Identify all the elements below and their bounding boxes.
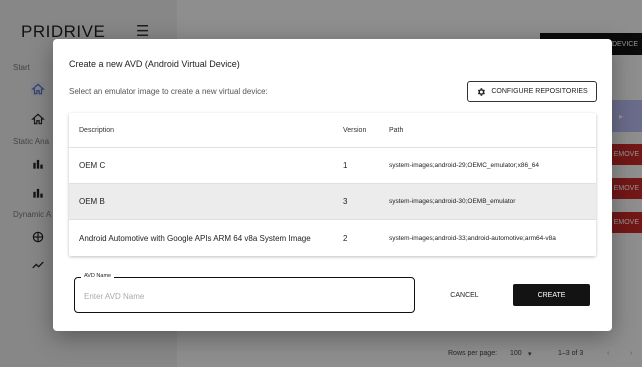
cell-version: 3 [343, 197, 348, 206]
cell-description: OEM C [79, 161, 106, 170]
table-row-selected[interactable]: OEM B 3 system-images;android-30;OEMB_em… [69, 184, 596, 220]
configure-repositories-button[interactable]: CONFIGURE REPOSITORIES [467, 81, 597, 102]
column-header-description[interactable]: Description [79, 113, 114, 147]
table-header-row: Description Version Path [69, 113, 596, 148]
column-header-path[interactable]: Path [389, 113, 403, 147]
avd-name-input[interactable] [84, 289, 404, 303]
gear-icon [478, 87, 486, 96]
table-row[interactable]: OEM C 1 system-images;android-29;OEMC_em… [69, 148, 596, 184]
cell-path: system-images;android-33;android-automot… [389, 234, 556, 242]
cell-path: system-images;android-29;OEMC_emulator;x… [389, 162, 539, 169]
dialog-subtitle: Select an emulator image to create a new… [69, 87, 268, 96]
create-avd-dialog: Create a new AVD (Android Virtual Device… [53, 39, 612, 331]
cancel-button[interactable]: CANCEL [442, 285, 487, 305]
cell-description: Android Automotive with Google APIs ARM … [79, 233, 311, 243]
cell-path: system-images;android-30;OEMB_emulator [389, 198, 516, 205]
cell-version: 1 [343, 161, 348, 170]
emulator-image-table: Description Version Path OEM C 1 system-… [69, 113, 596, 256]
avd-name-field[interactable]: AVD Name [74, 273, 415, 313]
dialog-title: Create a new AVD (Android Virtual Device… [69, 59, 240, 69]
configure-repositories-label: CONFIGURE REPOSITORIES [491, 88, 588, 95]
create-button[interactable]: CREATE [513, 284, 590, 306]
cell-description: OEM B [79, 197, 105, 206]
cell-version: 2 [343, 233, 348, 243]
table-row[interactable]: Android Automotive with Google APIs ARM … [69, 220, 596, 256]
avd-name-label: AVD Name [81, 273, 115, 279]
column-header-version[interactable]: Version [343, 113, 366, 147]
